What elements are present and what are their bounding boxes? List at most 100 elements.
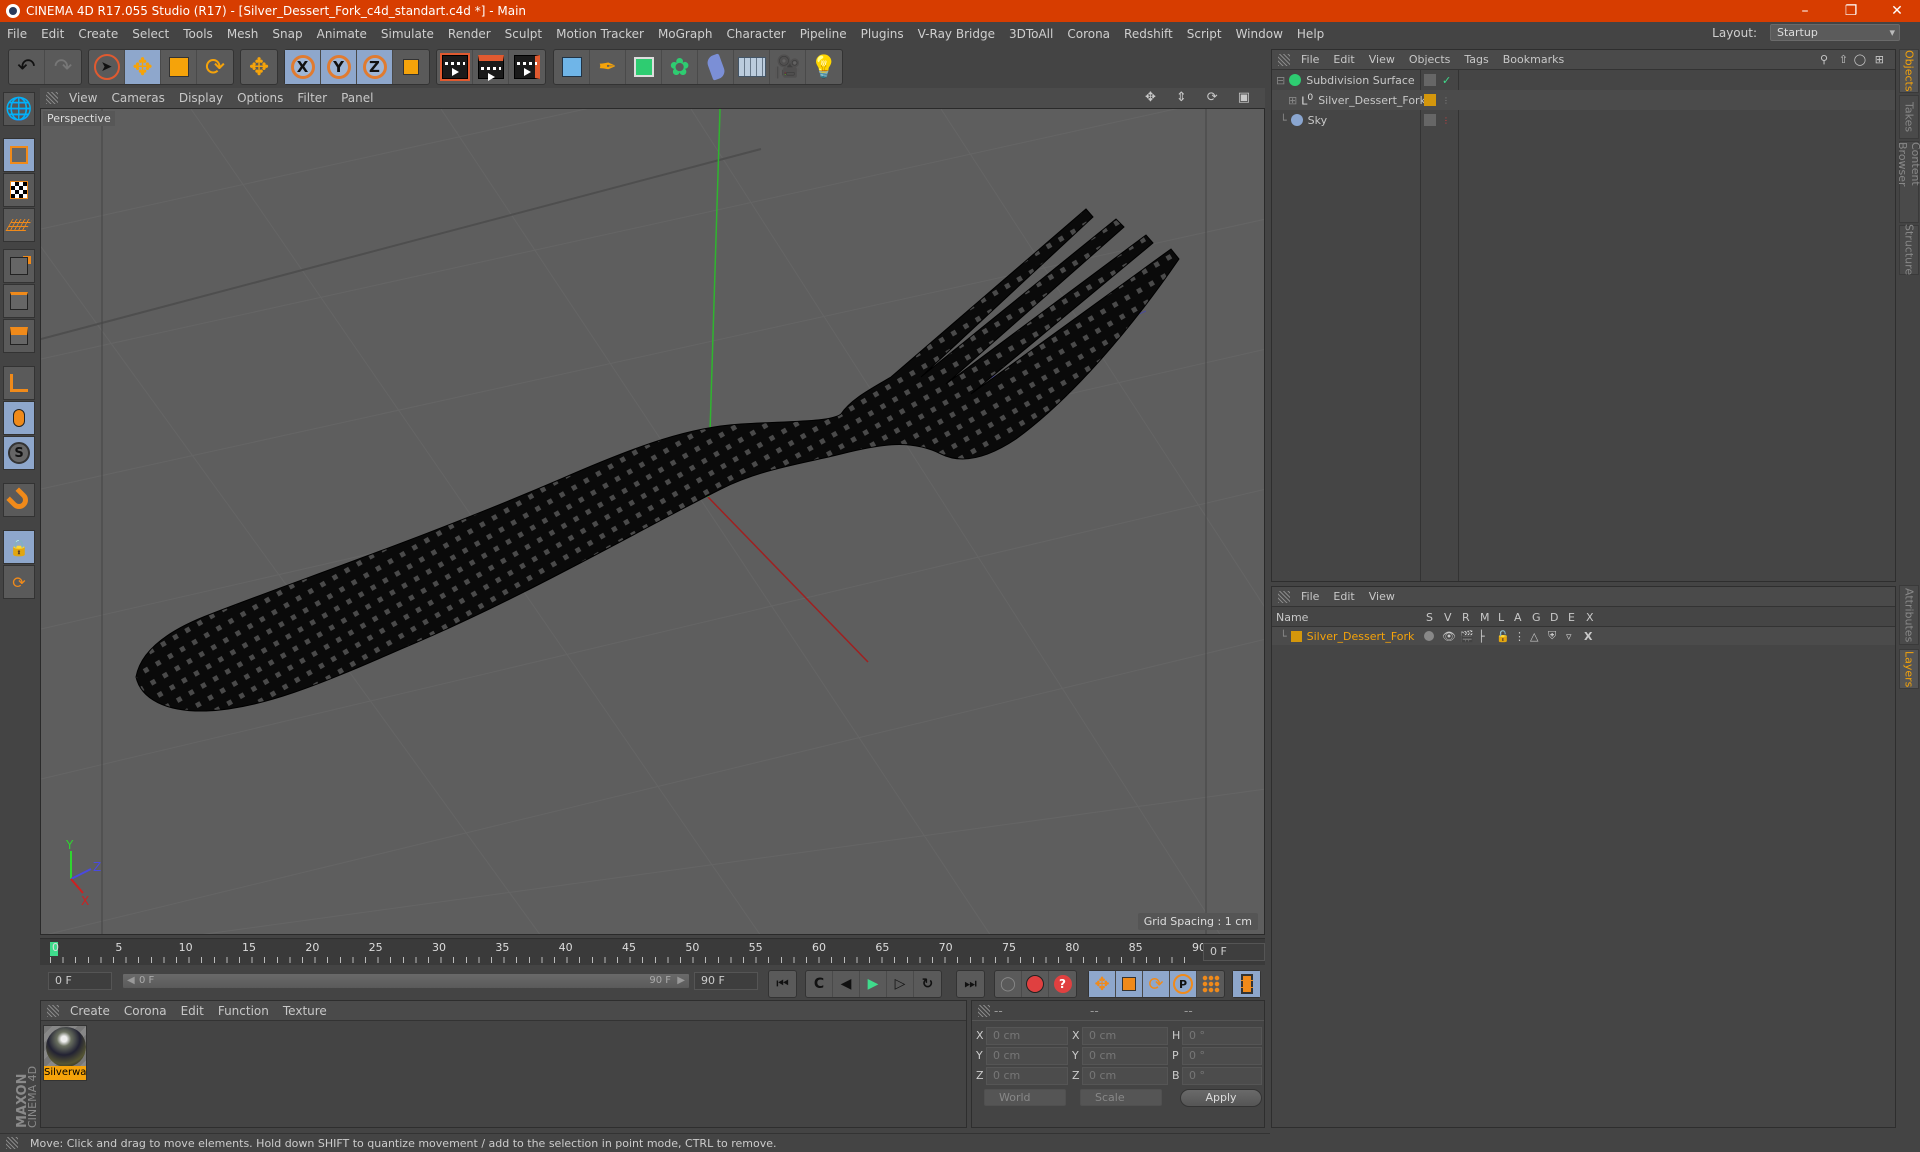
start-frame-field[interactable]: 0 F (48, 972, 112, 990)
redo-button[interactable]: ↷ (45, 50, 81, 84)
workplane-lock-button[interactable]: 🔒 (3, 530, 35, 564)
object-name[interactable]: Silver_Dessert_Fork (1318, 94, 1426, 107)
size-y-field[interactable]: 0 cm (1082, 1047, 1168, 1065)
next-frame-button[interactable]: ▷ (887, 971, 914, 997)
column-manager[interactable]: M (1480, 611, 1490, 624)
menu-script[interactable]: Script (1180, 27, 1229, 41)
lm-menu-file[interactable]: File (1294, 590, 1326, 603)
workplane-mode-button[interactable] (3, 208, 35, 242)
key-rotation-button[interactable]: ⟳ (1143, 971, 1170, 997)
close-button[interactable]: ✕ (1874, 0, 1920, 22)
timeline-ruler[interactable]: 0 5 10 15 20 25 30 35 40 45 50 55 60 65 70 75 80 85 90 0 F (40, 938, 1265, 965)
coordinate-mode-dropdown[interactable]: Scale (1080, 1089, 1162, 1106)
om-menu-objects[interactable]: Objects (1402, 53, 1458, 66)
rot-h-field[interactable]: 0 ° (1182, 1027, 1262, 1045)
scale-button[interactable] (161, 50, 197, 84)
panel-grip-icon[interactable] (1278, 53, 1290, 66)
layer-color-tag[interactable] (1424, 94, 1436, 106)
om-menu-file[interactable]: File (1294, 53, 1326, 66)
panel-grip-icon[interactable] (1278, 590, 1290, 603)
layer-name[interactable]: Silver_Dessert_Fork (1307, 630, 1415, 643)
menu-render[interactable]: Render (441, 27, 498, 41)
layer-color-swatch[interactable] (1290, 630, 1302, 642)
expressions-toggle-icon[interactable]: ▿ (1566, 630, 1572, 643)
menu-window[interactable]: Window (1229, 27, 1290, 41)
rot-p-field[interactable]: 0 ° (1182, 1047, 1262, 1065)
texture-mode-button[interactable] (3, 173, 35, 207)
material-menu-edit[interactable]: Edit (174, 1004, 211, 1018)
viewport-menu-cameras[interactable]: Cameras (104, 91, 171, 105)
material-swatch[interactable]: Silverwa (43, 1025, 87, 1081)
axis-mode-button[interactable] (3, 366, 35, 400)
column-animation[interactable]: A (1514, 611, 1522, 624)
menu-mograph[interactable]: MoGraph (651, 27, 720, 41)
material-menu-function[interactable]: Function (211, 1004, 276, 1018)
menu-tools[interactable]: Tools (176, 27, 220, 41)
menu-select[interactable]: Select (125, 27, 176, 41)
motion-record-button[interactable]: ◯ (995, 971, 1022, 997)
y-axis-button[interactable]: Y (321, 50, 357, 84)
column-solo[interactable]: S (1426, 611, 1433, 624)
editor-render-toggle-icon[interactable] (1424, 114, 1436, 126)
editor-render-toggle-icon[interactable] (1424, 74, 1436, 86)
viewport-menu-panel[interactable]: Panel (334, 91, 380, 105)
material-menu-texture[interactable]: Texture (276, 1004, 334, 1018)
menu-help[interactable]: Help (1290, 27, 1331, 41)
range-right-arrow-icon[interactable]: ▶ (677, 974, 685, 988)
material-menu-create[interactable]: Create (63, 1004, 117, 1018)
tab-objects[interactable]: Objects (1899, 49, 1919, 93)
menu-motion-tracker[interactable]: Motion Tracker (549, 27, 651, 41)
move-button[interactable]: ✥ (125, 50, 161, 84)
new-view-icon[interactable]: ⊞ (1868, 53, 1891, 66)
menu-snap[interactable]: Snap (265, 27, 309, 41)
column-deformers[interactable]: D (1550, 611, 1558, 624)
menu-plugins[interactable]: Plugins (854, 27, 911, 41)
object-name[interactable]: Subdivision Surface (1306, 74, 1414, 87)
camera-button[interactable]: 🎥 (770, 50, 806, 84)
menu-3dtoall[interactable]: 3DToAll (1002, 27, 1060, 41)
workplane-align-button[interactable]: ⟳ (3, 565, 35, 599)
key-parameter-button[interactable]: P (1170, 971, 1197, 997)
om-menu-view[interactable]: View (1362, 53, 1402, 66)
tab-takes[interactable]: Takes (1899, 95, 1919, 139)
timeline-window-button[interactable] (1233, 971, 1260, 997)
solo-toggle-icon[interactable] (1424, 631, 1434, 641)
menu-pipeline[interactable]: Pipeline (793, 27, 854, 41)
enabled-check-icon[interactable]: ✓ (1442, 74, 1451, 87)
menu-vray-bridge[interactable]: V-Ray Bridge (911, 27, 1002, 41)
menu-sculpt[interactable]: Sculpt (498, 27, 549, 41)
edges-mode-button[interactable] (3, 284, 35, 318)
prev-frame-button[interactable]: ◀ (833, 971, 860, 997)
object-row-sky[interactable]: └ Sky ⋮ (1272, 110, 1895, 130)
floor-button[interactable] (734, 50, 770, 84)
frame-range-slider[interactable]: ◀ 0 F 90 F ▶ (122, 973, 690, 989)
size-z-field[interactable]: 0 cm (1082, 1067, 1168, 1085)
tab-layers[interactable]: Layers (1899, 649, 1919, 689)
play-button[interactable]: ▶ (860, 971, 887, 997)
tab-attributes[interactable]: Attributes (1899, 585, 1919, 645)
viewport-menu-view[interactable]: View (62, 91, 104, 105)
range-left-arrow-icon[interactable]: ◀ (127, 974, 135, 988)
menu-simulate[interactable]: Simulate (374, 27, 441, 41)
layer-row[interactable]: └ Silver_Dessert_Fork 👁 🎬 ├ 🔓 ⋮ △ ⛨ ▿ X (1272, 627, 1895, 645)
panel-grip-icon[interactable] (46, 92, 58, 104)
material-menu-corona[interactable]: Corona (117, 1004, 174, 1018)
recent-tool-button[interactable]: ✥ (241, 50, 277, 84)
key-pla-button[interactable] (1197, 971, 1224, 997)
generators-toggle-icon[interactable]: △ (1530, 630, 1538, 643)
column-view[interactable]: V (1444, 611, 1452, 624)
layout-dropdown[interactable]: Startup (1770, 24, 1900, 41)
points-mode-button[interactable] (3, 249, 35, 283)
menu-mesh[interactable]: Mesh (220, 27, 266, 41)
column-generators[interactable]: G (1532, 611, 1541, 624)
make-editable-button[interactable]: 🌐 (3, 92, 35, 126)
apply-button[interactable]: Apply (1180, 1089, 1262, 1107)
go-to-end-button[interactable]: ⏭ (957, 971, 984, 997)
model-mode-button[interactable] (3, 138, 35, 172)
render-view-button[interactable] (437, 50, 473, 84)
render-toggle-icon[interactable]: 🎬 (1460, 630, 1474, 643)
snap-button[interactable] (3, 483, 35, 517)
xrefs-toggle-icon[interactable]: X (1584, 630, 1592, 643)
minimize-button[interactable]: – (1782, 0, 1828, 22)
key-position-button[interactable]: ✥ (1089, 971, 1116, 997)
